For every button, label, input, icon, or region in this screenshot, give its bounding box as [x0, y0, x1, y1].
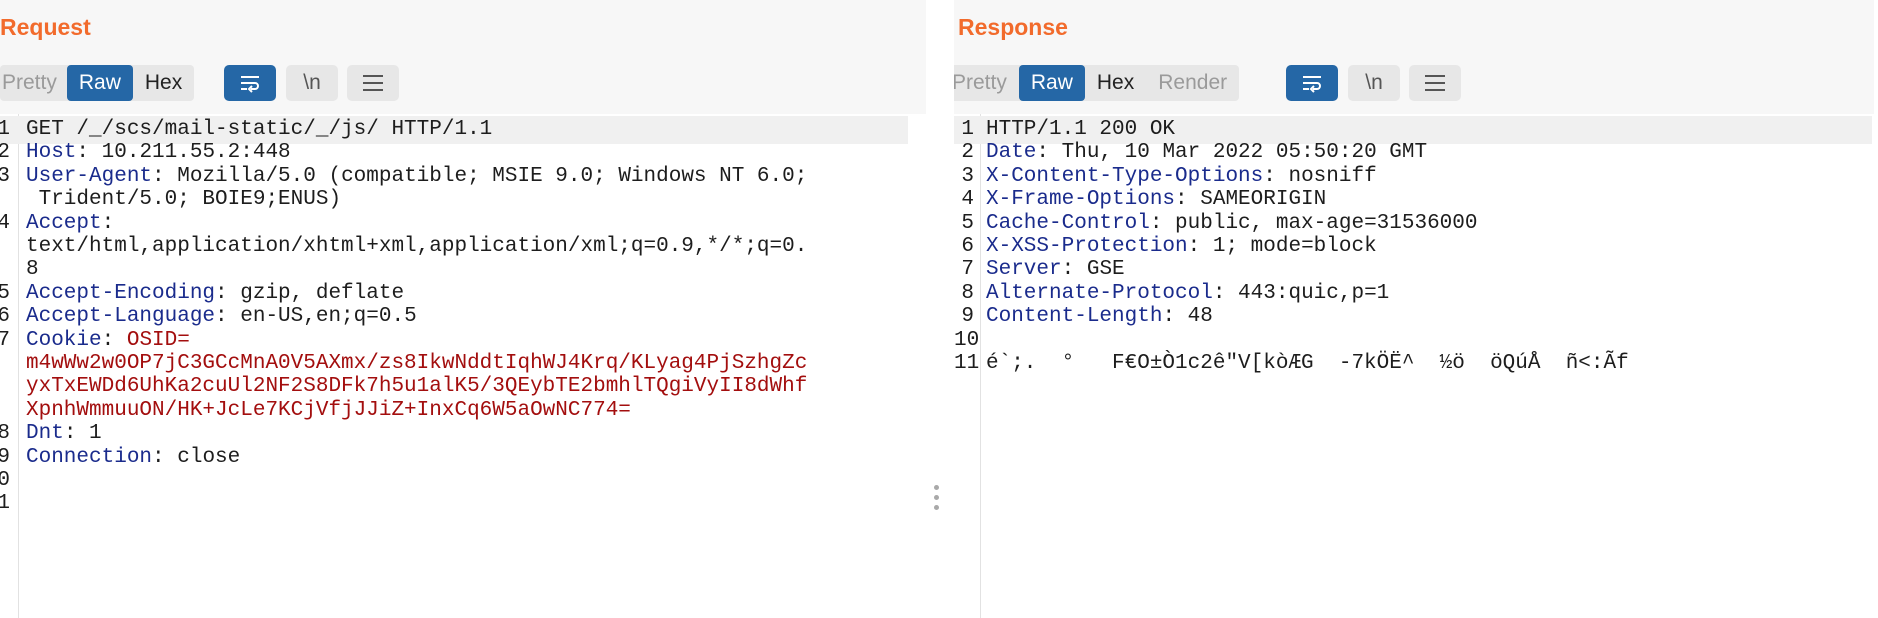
header-name: Alternate-Protocol: [986, 281, 1213, 305]
line-content: GET /_/scs/mail-static/_/js/ HTTP/1.1: [26, 118, 493, 141]
header-value: 1; mode=block: [1200, 235, 1377, 258]
request-editor[interactable]: 1 GET /_/scs/mail-static/_/js/ HTTP/1.1 2 H…: [0, 114, 926, 618]
wrap-lines-button[interactable]: [224, 65, 276, 101]
wrap-lines-button[interactable]: [1286, 65, 1338, 101]
line-number: 1: [0, 492, 10, 516]
header-value: 1: [76, 422, 102, 446]
response-header: Response Pretty Raw Hex Render \n: [954, 0, 1874, 114]
newline-icon: \n: [1365, 71, 1383, 94]
header-name: Accept: [26, 211, 102, 235]
header-value: 10.211.55.2:448: [89, 141, 291, 165]
request-title: Request: [0, 14, 91, 40]
tab-render[interactable]: Render: [1146, 65, 1239, 101]
options-menu-button[interactable]: [1409, 65, 1461, 101]
cookie-value: XpnhWmmuuON/HK+JcLe7KCjVfjJJiZ+InxCq6W5a…: [26, 398, 631, 422]
menu-icon: [363, 75, 383, 91]
request-pane: Request Pretty Raw Hex \n 1 GET /_/scs/ma…: [0, 0, 926, 618]
pane-splitter[interactable]: [928, 0, 952, 618]
response-pane: Response Pretty Raw Hex Render \n 1 HTTP/…: [954, 0, 1878, 618]
request-view-tabs: Pretty Raw Hex: [0, 65, 195, 101]
header-name: Cookie: [26, 328, 102, 352]
response-editor[interactable]: 1 HTTP/1.1 200 OK 2 Date: Thu, 10 Mar 2022 …: [954, 114, 1878, 618]
line-content: HTTP/1.1 200 OK: [986, 118, 1176, 141]
header-name: Cache-Control: [986, 211, 1150, 235]
splitter-handle-icon[interactable]: [931, 485, 941, 521]
header-value: en-US,en;q=0.5: [227, 305, 417, 329]
header-name: Accept-Encoding: [26, 281, 216, 305]
header-value: SAMEORIGIN: [1187, 188, 1327, 212]
tab-hex[interactable]: Hex: [133, 65, 194, 101]
code-line: 1: [0, 490, 908, 518]
code-line: 11 é`;. ° F€O±Ò1c2ê"V[kòÆG -7kÖË^ ½ö öQúÅ…: [954, 350, 1872, 378]
header-value: GSE: [1074, 258, 1125, 282]
header-value: public, max-age=31536000: [1162, 211, 1478, 235]
response-title: Response: [958, 14, 1068, 40]
header-value: close: [164, 445, 241, 469]
header-value: nosniff: [1275, 164, 1377, 188]
cookie-value: OSID=: [114, 328, 190, 352]
header-value: 48: [1175, 305, 1213, 329]
line-content: text/html,application/xhtml+xml,applicat…: [26, 235, 808, 258]
header-name: Server: [986, 258, 1062, 282]
wrap-lines-icon: [241, 76, 259, 93]
tab-raw[interactable]: Raw: [1018, 65, 1085, 101]
header-name: User-Agent: [26, 164, 153, 188]
line-content: 8: [26, 258, 39, 282]
header-value: Thu, 10 Mar 2022 05:50:20 GMT: [1049, 141, 1428, 165]
header-value: gzip, deflate: [227, 281, 405, 305]
request-header: Request Pretty Raw Hex \n: [0, 0, 926, 114]
options-menu-button[interactable]: [347, 65, 399, 101]
header-value: 443:quic,p=1: [1225, 281, 1390, 305]
newline-icon: \n: [303, 71, 321, 94]
tab-hex[interactable]: Hex: [1085, 65, 1146, 101]
header-value: Mozilla/5.0 (compatible; MSIE 9.0; Windo…: [164, 164, 808, 188]
cookie-value: yxTxEWDd6UhKa2cuUl2NF2S8DFk7h5u1alK5/3QE…: [26, 375, 808, 399]
header-name: Dnt: [26, 422, 64, 446]
header-name: Host: [26, 141, 77, 165]
line-number: 11: [954, 352, 980, 375]
tab-raw[interactable]: Raw: [66, 65, 133, 101]
line-content: Trident/5.0; BOIE9;ENUS): [26, 188, 342, 212]
header-name: X-Frame-Options: [986, 188, 1176, 212]
menu-icon: [1425, 75, 1445, 91]
show-newlines-button[interactable]: \n: [286, 65, 338, 101]
header-name: X-XSS-Protection: [986, 235, 1188, 258]
tab-pretty[interactable]: Pretty: [0, 65, 67, 101]
tab-pretty[interactable]: Pretty: [954, 65, 1019, 101]
line-text: é`;. ° F€O±Ò1c2ê"V[kòÆG -7kÖË^ ½ö öQúÅ ñ…: [986, 350, 1629, 378]
header-name: X-Content-Type-Options: [986, 164, 1264, 188]
cookie-value: m4wWw2w0OP7jC3GCcMnA0V5AXmx/zs8IkwNddtIq…: [26, 352, 808, 375]
line-content: é`;. ° F€O±Ò1c2ê"V[kòÆG -7kÖË^ ½ö öQúÅ ñ…: [986, 352, 1629, 375]
wrap-lines-icon: [1303, 76, 1321, 93]
header-name: Connection: [26, 445, 153, 469]
response-view-tabs: Pretty Raw Hex Render: [954, 65, 1240, 101]
header-name: Date: [986, 141, 1037, 165]
header-name: Content-Length: [986, 305, 1163, 329]
header-name: Accept-Language: [26, 305, 216, 329]
show-newlines-button[interactable]: \n: [1348, 65, 1400, 101]
